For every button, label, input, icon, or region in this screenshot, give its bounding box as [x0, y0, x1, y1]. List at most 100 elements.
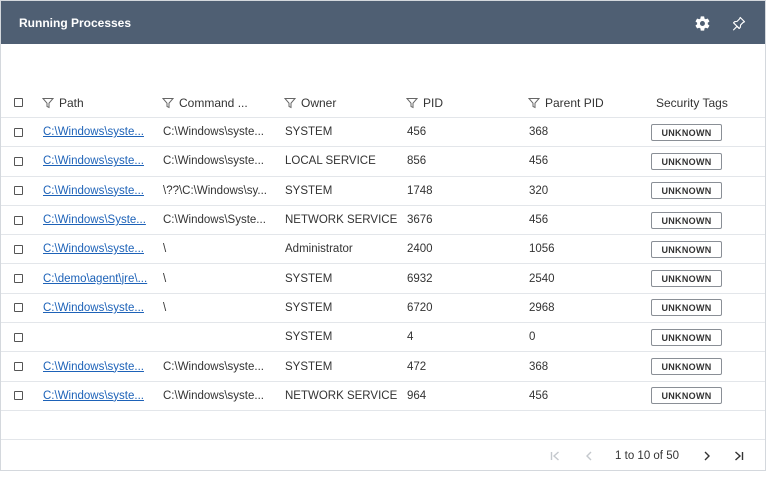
- path-link[interactable]: C:\Windows\syste...: [43, 390, 151, 402]
- pid-cell: 4: [407, 331, 414, 344]
- panel-title: Running Processes: [19, 15, 132, 30]
- table-body: C:\Windows\syste... C:\Windows\syste... SY…: [1, 118, 765, 411]
- header-actions: [691, 12, 749, 34]
- column-label-owner: Owner: [301, 95, 337, 110]
- owner-cell: Administrator: [285, 243, 353, 256]
- owner-cell: NETWORK SERVICE: [285, 389, 398, 402]
- path-link[interactable]: C:\Windows\syste...: [43, 185, 151, 197]
- parent-pid-cell: 2540: [529, 272, 555, 285]
- pid-cell: 6932: [407, 272, 433, 285]
- row-checkbox[interactable]: [14, 274, 23, 284]
- row-checkbox[interactable]: [14, 362, 23, 372]
- pid-cell: 456: [407, 126, 427, 139]
- row-checkbox[interactable]: [14, 244, 23, 254]
- row-checkbox[interactable]: [14, 127, 23, 137]
- table-header-row: Path Command ... Owner PID Parent PID Se…: [1, 88, 765, 118]
- owner-cell: SYSTEM: [285, 301, 333, 314]
- filter-icon[interactable]: [284, 97, 296, 109]
- security-tag-badge[interactable]: UNKNOWN: [651, 240, 722, 258]
- security-tag-badge[interactable]: UNKNOWN: [651, 211, 722, 229]
- parent-pid-cell: 456: [529, 389, 549, 402]
- pin-icon[interactable]: [727, 12, 749, 34]
- parent-pid-cell: 320: [529, 184, 549, 197]
- owner-cell: SYSTEM: [285, 360, 333, 373]
- security-tag-badge[interactable]: UNKNOWN: [651, 328, 722, 346]
- security-tag-badge[interactable]: UNKNOWN: [651, 152, 722, 170]
- security-tag-badge[interactable]: UNKNOWN: [651, 358, 722, 376]
- command-cell: C:\Windows\Syste...: [163, 214, 266, 227]
- row-checkbox[interactable]: [14, 303, 23, 313]
- parent-pid-cell: 368: [529, 126, 549, 139]
- table-row[interactable]: C:\Windows\syste... C:\Windows\syste... NE…: [1, 382, 765, 411]
- parent-pid-cell: 1056: [529, 243, 555, 256]
- table-footer: 1 to 10 of 50: [1, 439, 765, 471]
- table-row[interactable]: C:\Windows\syste... C:\Windows\syste... SY…: [1, 352, 765, 382]
- table-row[interactable]: C:\Windows\syste... \ Administrator 2400 105…: [1, 235, 765, 265]
- command-cell: C:\Windows\syste...: [163, 360, 264, 373]
- path-link[interactable]: C:\Windows\syste...: [43, 155, 151, 167]
- gear-icon[interactable]: [691, 12, 713, 34]
- command-cell: C:\Windows\syste...: [163, 389, 264, 402]
- column-label-pid: PID: [423, 95, 444, 110]
- pid-cell: 964: [407, 389, 427, 402]
- security-tag-badge[interactable]: UNKNOWN: [651, 387, 722, 405]
- parent-pid-cell: 456: [529, 155, 549, 168]
- pagination: 1 to 10 of 50: [543, 446, 751, 466]
- column-header-pid[interactable]: PID: [406, 96, 443, 110]
- path-link[interactable]: C:\Windows\syste...: [43, 126, 151, 138]
- column-label-command: Command ...: [179, 95, 248, 110]
- previous-page-icon[interactable]: [577, 446, 601, 466]
- security-tag-badge[interactable]: UNKNOWN: [651, 270, 722, 288]
- security-tag-badge[interactable]: UNKNOWN: [651, 299, 722, 317]
- table-row[interactable]: C:\Windows\syste... C:\Windows\syste... LO…: [1, 147, 765, 177]
- table-row[interactable]: C:\Windows\syste... \??\C:\Windows\sy... S…: [1, 177, 765, 206]
- column-header-parent-pid[interactable]: Parent PID: [528, 96, 604, 110]
- command-cell: \??\C:\Windows\sy...: [163, 184, 267, 197]
- parent-pid-cell: 0: [529, 331, 536, 344]
- column-label-parent-pid: Parent PID: [545, 95, 604, 110]
- command-cell: \: [163, 301, 167, 314]
- table-row[interactable]: C:\Windows\Syste... C:\Windows\Syste... NE…: [1, 206, 765, 236]
- parent-pid-cell: 2968: [529, 301, 555, 314]
- filter-icon[interactable]: [42, 97, 54, 109]
- row-checkbox[interactable]: [14, 391, 23, 401]
- path-link[interactable]: C:\Windows\syste...: [43, 243, 151, 255]
- pid-cell: 3676: [407, 214, 433, 227]
- table-row[interactable]: C:\demo\agent\jre\... \ SYSTEM 6932 2540 UNKN…: [1, 264, 765, 294]
- path-link[interactable]: C:\demo\agent\jre\...: [43, 273, 151, 285]
- owner-cell: SYSTEM: [285, 331, 333, 344]
- column-header-security-tags: Security Tags: [656, 96, 728, 110]
- row-checkbox[interactable]: [14, 215, 23, 225]
- row-checkbox[interactable]: [14, 156, 23, 166]
- parent-pid-cell: 456: [529, 214, 549, 227]
- table-row[interactable]: C:\Windows\syste... C:\Windows\syste... SY…: [1, 118, 765, 148]
- security-tag-badge[interactable]: UNKNOWN: [651, 182, 722, 200]
- path-link[interactable]: C:\Windows\syste...: [43, 302, 151, 314]
- first-page-icon[interactable]: [543, 446, 567, 466]
- pid-cell: 472: [407, 360, 427, 373]
- path-link[interactable]: C:\Windows\Syste...: [43, 214, 151, 226]
- next-page-icon[interactable]: [695, 446, 719, 466]
- column-header-path[interactable]: Path: [42, 96, 84, 110]
- row-checkbox[interactable]: [14, 186, 23, 196]
- filter-icon[interactable]: [406, 97, 418, 109]
- path-link[interactable]: C:\Windows\syste...: [43, 361, 151, 373]
- last-page-icon[interactable]: [727, 446, 751, 466]
- owner-cell: NETWORK SERVICE: [285, 214, 398, 227]
- pid-cell: 856: [407, 155, 427, 168]
- table-row[interactable]: SYSTEM 4 0 UNKNOWN: [1, 323, 765, 353]
- column-header-owner[interactable]: Owner: [284, 96, 336, 110]
- column-label-path: Path: [59, 95, 84, 110]
- processes-table: Path Command ... Owner PID Parent PID Se…: [1, 88, 765, 411]
- security-tag-badge[interactable]: UNKNOWN: [651, 123, 722, 141]
- table-row[interactable]: C:\Windows\syste... \ SYSTEM 6720 2968 UNKNOW…: [1, 294, 765, 324]
- row-checkbox[interactable]: [14, 332, 23, 342]
- pid-cell: 1748: [407, 184, 433, 197]
- command-cell: C:\Windows\syste...: [163, 126, 264, 139]
- filter-icon[interactable]: [528, 97, 540, 109]
- column-header-command[interactable]: Command ...: [162, 96, 248, 110]
- command-cell: \: [163, 243, 167, 256]
- owner-cell: SYSTEM: [285, 126, 333, 139]
- select-all-checkbox[interactable]: [14, 98, 23, 107]
- filter-icon[interactable]: [162, 97, 174, 109]
